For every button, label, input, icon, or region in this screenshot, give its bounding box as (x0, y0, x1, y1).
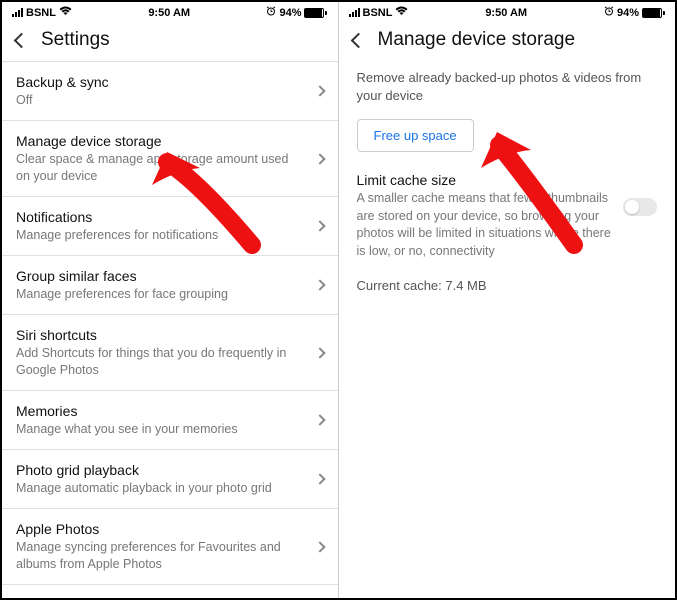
header: Manage device storage (339, 21, 676, 61)
row-sharing[interactable]: Sharing (2, 585, 338, 598)
row-title: Siri shortcuts (16, 326, 304, 344)
signal-icon (12, 8, 23, 17)
chevron-right-icon (314, 279, 325, 290)
wifi-icon (395, 6, 408, 19)
battery-icon (642, 8, 665, 18)
alarm-icon (604, 6, 614, 19)
row-title: Group similar faces (16, 267, 304, 285)
row-subtitle: Manage what you see in your memories (16, 421, 304, 438)
row-title: Apple Photos (16, 520, 304, 538)
row-apple-photos[interactable]: Apple Photos Manage syncing preferences … (2, 509, 338, 585)
carrier-label: BSNL (363, 7, 393, 19)
row-memories[interactable]: Memories Manage what you see in your mem… (2, 391, 338, 450)
row-subtitle: Manage preferences for notifications (16, 227, 304, 244)
clock-label: 9:50 AM (148, 7, 190, 19)
free-up-space-button[interactable]: Free up space (357, 119, 474, 152)
limit-cache-toggle[interactable] (623, 198, 657, 216)
battery-label: 94% (279, 7, 301, 19)
header: Settings (2, 21, 338, 61)
row-subtitle: Off (16, 92, 304, 109)
wifi-icon (59, 6, 72, 19)
row-group-faces[interactable]: Group similar faces Manage preferences f… (2, 256, 338, 315)
row-title: Manage device storage (16, 132, 304, 150)
chevron-right-icon (314, 153, 325, 164)
battery-label: 94% (617, 7, 639, 19)
settings-list: Backup & sync Off Manage device storage … (2, 61, 338, 598)
page-description: Remove already backed-up photos & videos… (339, 61, 676, 119)
status-bar: BSNL 9:50 AM 94% (2, 2, 338, 21)
clock-label: 9:50 AM (485, 7, 527, 19)
chevron-right-icon (314, 220, 325, 231)
row-title: Notifications (16, 208, 304, 226)
row-notifications[interactable]: Notifications Manage preferences for not… (2, 197, 338, 256)
battery-icon (304, 8, 327, 18)
row-subtitle: Manage preferences for face grouping (16, 286, 304, 303)
row-title: Sharing (16, 596, 312, 598)
chevron-right-icon (314, 347, 325, 358)
manage-storage-screen: BSNL 9:50 AM 94% Manage device storage R… (339, 2, 676, 598)
page-title: Manage device storage (378, 29, 576, 51)
row-subtitle: Clear space & manage app storage amount … (16, 151, 304, 185)
row-subtitle: Add Shortcuts for things that you do fre… (16, 345, 304, 379)
settings-screen: BSNL 9:50 AM 94% Settings Backup & sy (2, 2, 339, 598)
status-bar: BSNL 9:50 AM 94% (339, 2, 676, 21)
current-cache-label: Current cache: 7.4 MB (339, 266, 676, 305)
alarm-icon (266, 6, 276, 19)
chevron-right-icon (314, 85, 325, 96)
row-subtitle: Manage syncing preferences for Favourite… (16, 539, 304, 573)
chevron-right-icon (314, 414, 325, 425)
back-icon[interactable] (14, 32, 30, 48)
row-subtitle: Manage automatic playback in your photo … (16, 480, 304, 497)
back-icon[interactable] (350, 32, 366, 48)
row-siri-shortcuts[interactable]: Siri shortcuts Add Shortcuts for things … (2, 315, 338, 391)
limit-cache-description: A smaller cache means that fewer thumbna… (357, 190, 614, 260)
row-title: Backup & sync (16, 73, 304, 91)
page-title: Settings (41, 29, 110, 51)
carrier-label: BSNL (26, 7, 56, 19)
row-photo-grid-playback[interactable]: Photo grid playback Manage automatic pla… (2, 450, 338, 509)
row-title: Photo grid playback (16, 461, 304, 479)
limit-cache-title: Limit cache size (357, 172, 614, 188)
chevron-right-icon (314, 473, 325, 484)
row-manage-storage[interactable]: Manage device storage Clear space & mana… (2, 121, 338, 197)
row-backup-sync[interactable]: Backup & sync Off (2, 62, 338, 121)
chevron-right-icon (314, 541, 325, 552)
row-title: Memories (16, 402, 304, 420)
signal-icon (349, 8, 360, 17)
